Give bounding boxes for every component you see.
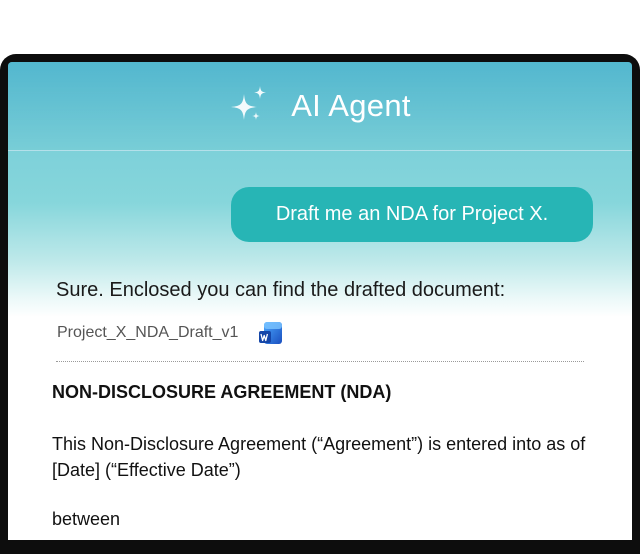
app-title: AI Agent: [291, 88, 411, 123]
document-title: NON-DISCLOSURE AGREEMENT (NDA): [52, 382, 392, 402]
section-divider: [56, 361, 584, 362]
app-header: AI Agent: [8, 62, 632, 151]
word-document-icon[interactable]: [258, 320, 284, 346]
agent-reply-text: Sure. Enclosed you can find the drafted …: [56, 279, 506, 301]
user-message-bubble: Draft me an NDA for Project X.: [231, 187, 593, 242]
attachment-link[interactable]: Project_X_NDA_Draft_v1: [57, 318, 284, 348]
document-paragraph: This Non-Disclosure Agreement (“Agreemen…: [52, 434, 586, 480]
document-between-text: between: [52, 509, 121, 529]
chat-screen: AI Agent Draft me an NDA for Project X. …: [8, 62, 632, 540]
sparkle-icon: [231, 86, 267, 120]
attachment-file-name[interactable]: Project_X_NDA_Draft_v1: [57, 324, 238, 342]
